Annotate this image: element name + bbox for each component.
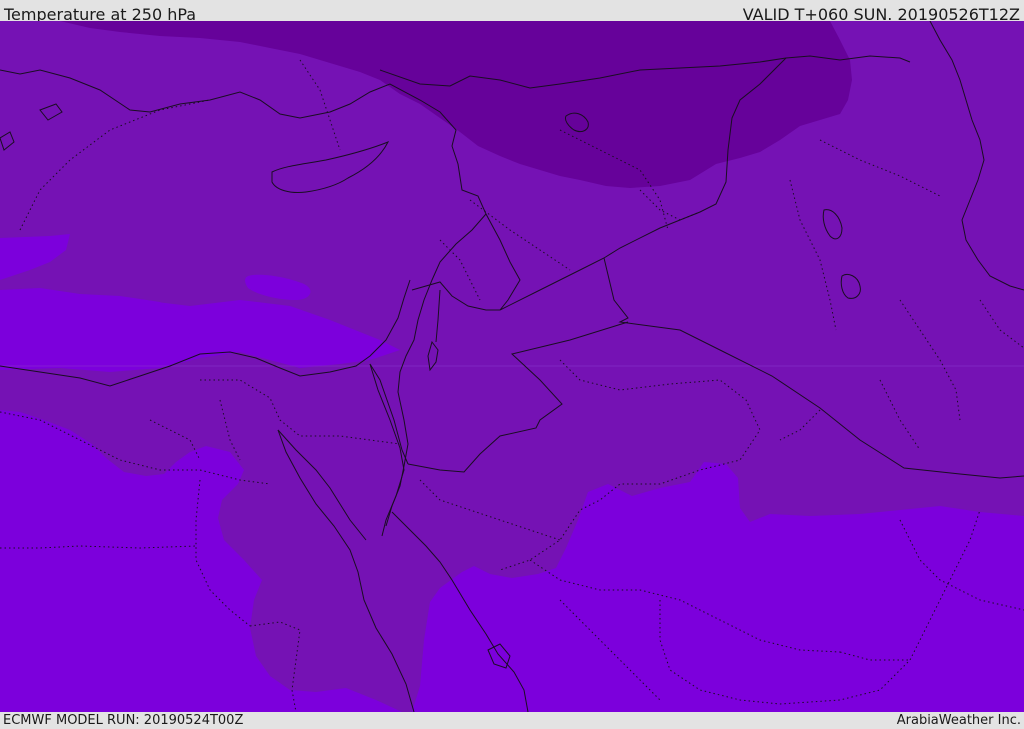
map-footer: ECMWF MODEL RUN: 20190524T00Z ArabiaWeat… [0,712,1024,729]
valid-time: VALID T+060 SUN. 20190526T12Z [742,5,1020,21]
map-title: Temperature at 250 hPa [4,5,197,21]
model-run-label: ECMWF MODEL RUN: 20190524T00Z [3,713,244,728]
temperature-map [0,21,1024,712]
map-header: Temperature at 250 hPa VALID T+060 SUN. … [0,0,1024,21]
credit-label: ArabiaWeather Inc. [896,713,1021,728]
